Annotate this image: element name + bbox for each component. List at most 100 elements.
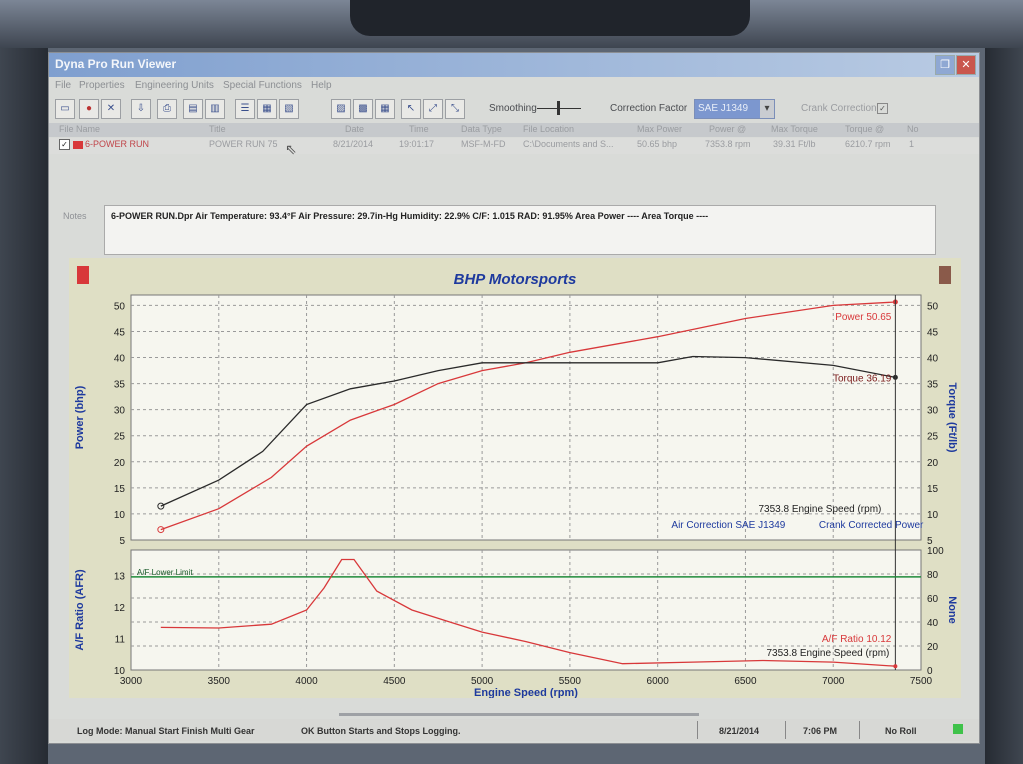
cell-torque-at: 6210.7 rpm bbox=[845, 139, 891, 149]
col-no[interactable]: No bbox=[907, 124, 919, 134]
y2-tick-label: 50 bbox=[927, 301, 939, 312]
menu-special-functions[interactable]: Special Functions bbox=[223, 80, 302, 91]
x-tick-label: 3000 bbox=[120, 676, 143, 687]
status-time: 7:06 PM bbox=[803, 726, 838, 736]
y2-tick-label: 45 bbox=[927, 327, 939, 338]
status-divider bbox=[697, 721, 698, 739]
monitor-bezel-left bbox=[0, 48, 48, 764]
y-axis-label: Power (bhp) bbox=[74, 385, 86, 449]
notes-text: 6-POWER RUN.Dpr Air Temperature: 93.4°F … bbox=[111, 211, 709, 221]
col-file-location[interactable]: File Location bbox=[523, 124, 574, 134]
x-tick-label: 4000 bbox=[295, 676, 318, 687]
y-tick-label: 40 bbox=[114, 354, 126, 365]
y2-tick-label: 20 bbox=[927, 458, 939, 469]
menu-file[interactable]: File bbox=[55, 80, 71, 91]
graph-view-icon[interactable]: ▤ bbox=[183, 99, 203, 119]
layout-three-icon[interactable]: ▦ bbox=[375, 99, 395, 119]
stop-icon[interactable]: ● bbox=[79, 99, 99, 119]
afr-tick-label: 10 bbox=[114, 666, 126, 677]
cell-max-power: 50.65 bhp bbox=[637, 139, 678, 149]
none-tick-label: 20 bbox=[927, 642, 939, 653]
list-view-icon[interactable]: ☰ bbox=[235, 99, 255, 119]
zoom-icon[interactable]: ⤢ bbox=[423, 99, 443, 119]
correction-factor-select[interactable]: SAE J1349 ▾ bbox=[694, 99, 775, 119]
chevron-down-icon: ▾ bbox=[760, 100, 774, 118]
status-indicator bbox=[953, 724, 963, 734]
y2-tick-label: 35 bbox=[927, 380, 939, 391]
y-tick-label: 45 bbox=[114, 327, 126, 338]
cell-power-at: 7353.8 rpm bbox=[705, 139, 751, 149]
print-icon[interactable]: ⎙ bbox=[157, 99, 177, 119]
cell-data-type: MSF-M-FD bbox=[461, 139, 506, 149]
y-tick-label: 30 bbox=[114, 406, 126, 417]
x-axis-label: Engine Speed (rpm) bbox=[474, 687, 578, 698]
series-data-label: Torque 36.19 bbox=[833, 373, 892, 384]
power-color-marker bbox=[77, 266, 89, 284]
col-file-name[interactable]: File Name bbox=[59, 124, 100, 134]
toolbar: ▭ ● ✕ ⇩ ⎙ ▤ ▥ ☰ ▦ ▧ ▨ ▩ ▦ ↖ ⤢ ⤡ Smoothin… bbox=[49, 96, 979, 122]
y-tick-label: 20 bbox=[114, 458, 126, 469]
layout-one-icon[interactable]: ▨ bbox=[331, 99, 351, 119]
menu-engineering-units[interactable]: Engineering Units bbox=[135, 80, 214, 91]
afr-limit-label: A/F Lower Limit bbox=[137, 568, 193, 577]
x-tick-label: 4500 bbox=[383, 676, 406, 687]
cell-file-name: 6-POWER RUN bbox=[85, 139, 150, 149]
col-data-type[interactable]: Data Type bbox=[461, 124, 502, 134]
none-axis-label: None bbox=[946, 596, 958, 624]
col-title[interactable]: Title bbox=[209, 124, 226, 134]
chart-title: BHP Motorsports bbox=[454, 271, 577, 288]
menu-properties[interactable]: Properties bbox=[79, 80, 125, 91]
cell-file-location: C:\Documents and S... bbox=[523, 139, 614, 149]
col-max-torque[interactable]: Max Torque bbox=[771, 124, 818, 134]
status-bar: Log Mode: Manual Start Finish Multi Gear… bbox=[49, 719, 979, 741]
y2-axis-label: Torque (Ft/lb) bbox=[946, 382, 958, 452]
smoothing-slider-thumb[interactable] bbox=[557, 101, 560, 115]
menu-bar: File Properties Engineering Units Specia… bbox=[49, 77, 979, 95]
file-list-header: File Name Title Date Time Data Type File… bbox=[49, 123, 979, 137]
open-folder-icon[interactable]: ▭ bbox=[55, 99, 75, 119]
torque-color-marker bbox=[939, 266, 951, 284]
correction-factor-value: SAE J1349 bbox=[698, 103, 749, 114]
menu-help[interactable]: Help bbox=[311, 80, 332, 91]
cursor-rpm-label: 7353.8 Engine Speed (rpm) bbox=[759, 504, 882, 515]
run-visible-checkbox[interactable]: ✓ bbox=[59, 139, 70, 150]
graph-split-icon[interactable]: ▥ bbox=[205, 99, 225, 119]
horizontal-scrollbar[interactable] bbox=[339, 713, 699, 716]
y2-tick-label: 40 bbox=[927, 354, 939, 365]
col-time[interactable]: Time bbox=[409, 124, 429, 134]
none-tick-label: 80 bbox=[927, 570, 939, 581]
y-tick-label: 10 bbox=[114, 510, 126, 521]
notes-label: Notes bbox=[63, 211, 87, 221]
y-tick-label: 25 bbox=[114, 432, 126, 443]
app-window: Dyna Pro Run Viewer ❐ ✕ File Properties … bbox=[48, 52, 980, 744]
table-row[interactable]: ✓ 6-POWER RUN POWER RUN 75 8/21/2014 19:… bbox=[49, 138, 979, 154]
notes-box: 6-POWER RUN.Dpr Air Temperature: 93.4°F … bbox=[104, 205, 936, 255]
x-tick-label: 7000 bbox=[822, 676, 845, 687]
x-tick-label: 3500 bbox=[208, 676, 231, 687]
crank-annotation: Crank Corrected Power bbox=[819, 520, 924, 531]
fit-icon[interactable]: ⤡ bbox=[445, 99, 465, 119]
col-date[interactable]: Date bbox=[345, 124, 364, 134]
none-tick-label: 0 bbox=[927, 666, 933, 677]
col-torque-at[interactable]: Torque @ bbox=[845, 124, 884, 134]
table-view-icon[interactable]: ▦ bbox=[257, 99, 277, 119]
crank-correction-checkbox[interactable]: ✓ bbox=[877, 103, 888, 114]
y2-tick-label: 30 bbox=[927, 406, 939, 417]
restore-button[interactable]: ❐ bbox=[935, 55, 955, 75]
cell-title: POWER RUN 75 bbox=[209, 139, 278, 149]
monitor-bezel-right bbox=[985, 48, 1023, 764]
report-icon[interactable]: ▧ bbox=[279, 99, 299, 119]
afr-tick-label: 12 bbox=[114, 603, 126, 614]
col-max-power[interactable]: Max Power bbox=[637, 124, 682, 134]
delete-icon[interactable]: ✕ bbox=[101, 99, 121, 119]
layout-two-icon[interactable]: ▩ bbox=[353, 99, 373, 119]
cell-date: 8/21/2014 bbox=[333, 139, 374, 149]
title-bar: Dyna Pro Run Viewer ❐ ✕ bbox=[49, 53, 979, 77]
crank-correction-label: Crank Correction bbox=[801, 103, 877, 114]
y-tick-label: 50 bbox=[114, 301, 126, 312]
cursor-icon[interactable]: ↖ bbox=[401, 99, 421, 119]
y2-tick-label: 10 bbox=[927, 510, 939, 521]
close-button[interactable]: ✕ bbox=[956, 55, 976, 75]
export-icon[interactable]: ⇩ bbox=[131, 99, 151, 119]
col-power-at[interactable]: Power @ bbox=[709, 124, 746, 134]
